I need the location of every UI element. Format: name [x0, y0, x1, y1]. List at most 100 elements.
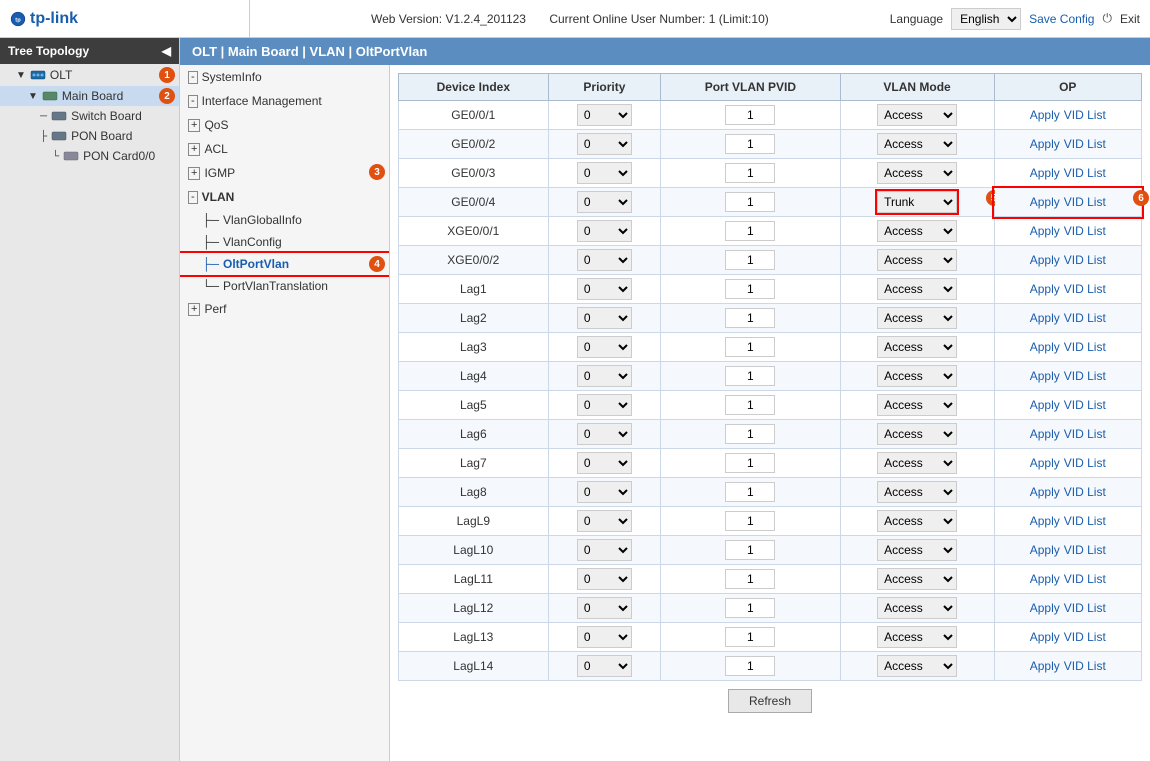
- menu-interface-mgmt[interactable]: - Interface Management: [180, 89, 389, 113]
- vid-list-link[interactable]: VID List: [1064, 108, 1106, 122]
- apply-link[interactable]: Apply: [1030, 398, 1060, 412]
- apply-link[interactable]: Apply: [1030, 253, 1060, 267]
- priority-select[interactable]: 01234567: [577, 162, 632, 184]
- submenu-oltportvlan[interactable]: ├─ OltPortVlan 4: [180, 253, 389, 275]
- vid-list-link[interactable]: VID List: [1064, 514, 1106, 528]
- vlan-mode-select[interactable]: AccessTrunkHybrid: [877, 307, 957, 329]
- vid-list-link[interactable]: VID List: [1064, 485, 1106, 499]
- pvid-input[interactable]: [725, 395, 775, 415]
- priority-select[interactable]: 01234567: [577, 133, 632, 155]
- submenu-portvlantranslation[interactable]: └─ PortVlanTranslation: [180, 275, 389, 297]
- apply-link[interactable]: Apply: [1030, 601, 1060, 615]
- apply-link[interactable]: Apply: [1030, 137, 1060, 151]
- vlan-mode-select[interactable]: AccessTrunkHybrid: [877, 104, 957, 126]
- pvid-input[interactable]: [725, 569, 775, 589]
- apply-link[interactable]: Apply: [1030, 572, 1060, 586]
- vid-list-link[interactable]: VID List: [1064, 166, 1106, 180]
- pvid-input[interactable]: [725, 627, 775, 647]
- priority-select[interactable]: 01234567: [577, 568, 632, 590]
- vlan-mode-select[interactable]: AccessTrunkHybrid: [877, 626, 957, 648]
- vid-list-link[interactable]: VID List: [1064, 340, 1106, 354]
- apply-link[interactable]: Apply: [1030, 195, 1060, 209]
- priority-select[interactable]: 01234567: [577, 452, 632, 474]
- priority-select[interactable]: 01234567: [577, 249, 632, 271]
- vlan-mode-select[interactable]: AccessTrunkHybrid: [877, 597, 957, 619]
- pvid-input[interactable]: [725, 366, 775, 386]
- sidebar-item-switchboard[interactable]: ─ Switch Board: [0, 106, 179, 126]
- apply-link[interactable]: Apply: [1030, 630, 1060, 644]
- save-config-link[interactable]: Save Config: [1029, 12, 1094, 26]
- vlan-mode-select[interactable]: AccessTrunkHybrid: [877, 278, 957, 300]
- vid-list-link[interactable]: VID List: [1064, 195, 1106, 209]
- vlan-mode-select[interactable]: AccessTrunkHybrid: [877, 365, 957, 387]
- vlan-mode-select[interactable]: AccessTrunkHybrid: [877, 394, 957, 416]
- vlan-mode-select[interactable]: AccessTrunkHybrid: [877, 133, 957, 155]
- pvid-input[interactable]: [725, 337, 775, 357]
- vid-list-link[interactable]: VID List: [1064, 282, 1106, 296]
- priority-select[interactable]: 01234567: [577, 626, 632, 648]
- submenu-vlanconfig[interactable]: ├─ VlanConfig: [180, 231, 389, 253]
- pvid-input[interactable]: [725, 424, 775, 444]
- submenu-vlanglobalinfo[interactable]: ├─ VlanGlobalInfo: [180, 209, 389, 231]
- menu-acl[interactable]: + ACL: [180, 137, 389, 161]
- priority-select[interactable]: 01234567: [577, 481, 632, 503]
- pvid-input[interactable]: [725, 134, 775, 154]
- apply-link[interactable]: Apply: [1030, 543, 1060, 557]
- pvid-input[interactable]: [725, 453, 775, 473]
- priority-select[interactable]: 01234567: [577, 365, 632, 387]
- vlan-mode-select[interactable]: AccessTrunkHybrid: [877, 220, 957, 242]
- sidebar-item-ponboard[interactable]: ├ PON Board: [0, 126, 179, 146]
- apply-link[interactable]: Apply: [1030, 340, 1060, 354]
- sidebar-item-mainboard[interactable]: ▼ Main Board 2: [0, 86, 179, 106]
- priority-select[interactable]: 01234567: [577, 597, 632, 619]
- vlan-mode-select[interactable]: AccessTrunkHybrid: [877, 510, 957, 532]
- vlan-mode-select[interactable]: AccessTrunkHybrid: [877, 452, 957, 474]
- pvid-input[interactable]: [725, 221, 775, 241]
- vlan-mode-select[interactable]: AccessTrunkHybrid: [877, 539, 957, 561]
- pvid-input[interactable]: [725, 540, 775, 560]
- vid-list-link[interactable]: VID List: [1064, 630, 1106, 644]
- pvid-input[interactable]: [725, 192, 775, 212]
- priority-select[interactable]: 01234567: [577, 104, 632, 126]
- vid-list-link[interactable]: VID List: [1064, 572, 1106, 586]
- priority-select[interactable]: 01234567: [577, 307, 632, 329]
- vid-list-link[interactable]: VID List: [1064, 311, 1106, 325]
- vlan-mode-select[interactable]: AccessTrunkHybrid: [877, 191, 957, 213]
- menu-perf[interactable]: + Perf: [180, 297, 389, 321]
- exit-button[interactable]: Exit: [1120, 12, 1140, 26]
- priority-select[interactable]: 01234567: [577, 539, 632, 561]
- vid-list-link[interactable]: VID List: [1064, 601, 1106, 615]
- vlan-mode-select[interactable]: AccessTrunkHybrid: [877, 162, 957, 184]
- apply-link[interactable]: Apply: [1030, 427, 1060, 441]
- vid-list-link[interactable]: VID List: [1064, 543, 1106, 557]
- vlan-mode-select[interactable]: AccessTrunkHybrid: [877, 655, 957, 677]
- vlan-mode-select[interactable]: AccessTrunkHybrid: [877, 249, 957, 271]
- apply-link[interactable]: Apply: [1030, 485, 1060, 499]
- pvid-input[interactable]: [725, 279, 775, 299]
- menu-systeminfo[interactable]: - SystemInfo: [180, 65, 389, 89]
- menu-vlan[interactable]: - VLAN: [180, 185, 389, 209]
- vid-list-link[interactable]: VID List: [1064, 137, 1106, 151]
- vid-list-link[interactable]: VID List: [1064, 659, 1106, 673]
- apply-link[interactable]: Apply: [1030, 282, 1060, 296]
- apply-link[interactable]: Apply: [1030, 224, 1060, 238]
- pvid-input[interactable]: [725, 308, 775, 328]
- apply-link[interactable]: Apply: [1030, 456, 1060, 470]
- menu-igmp[interactable]: + IGMP 3: [180, 161, 389, 185]
- apply-link[interactable]: Apply: [1030, 369, 1060, 383]
- vid-list-link[interactable]: VID List: [1064, 456, 1106, 470]
- priority-select[interactable]: 01234567: [577, 655, 632, 677]
- language-select[interactable]: English: [951, 8, 1021, 30]
- refresh-button[interactable]: Refresh: [728, 689, 812, 713]
- apply-link[interactable]: Apply: [1030, 311, 1060, 325]
- apply-link[interactable]: Apply: [1030, 659, 1060, 673]
- pvid-input[interactable]: [725, 482, 775, 502]
- vlan-mode-select[interactable]: AccessTrunkHybrid: [877, 568, 957, 590]
- pvid-input[interactable]: [725, 656, 775, 676]
- priority-select[interactable]: 01234567: [577, 510, 632, 532]
- menu-qos[interactable]: + QoS: [180, 113, 389, 137]
- vlan-mode-select[interactable]: AccessTrunkHybrid: [877, 423, 957, 445]
- apply-link[interactable]: Apply: [1030, 166, 1060, 180]
- apply-link[interactable]: Apply: [1030, 108, 1060, 122]
- priority-select[interactable]: 01234567: [577, 394, 632, 416]
